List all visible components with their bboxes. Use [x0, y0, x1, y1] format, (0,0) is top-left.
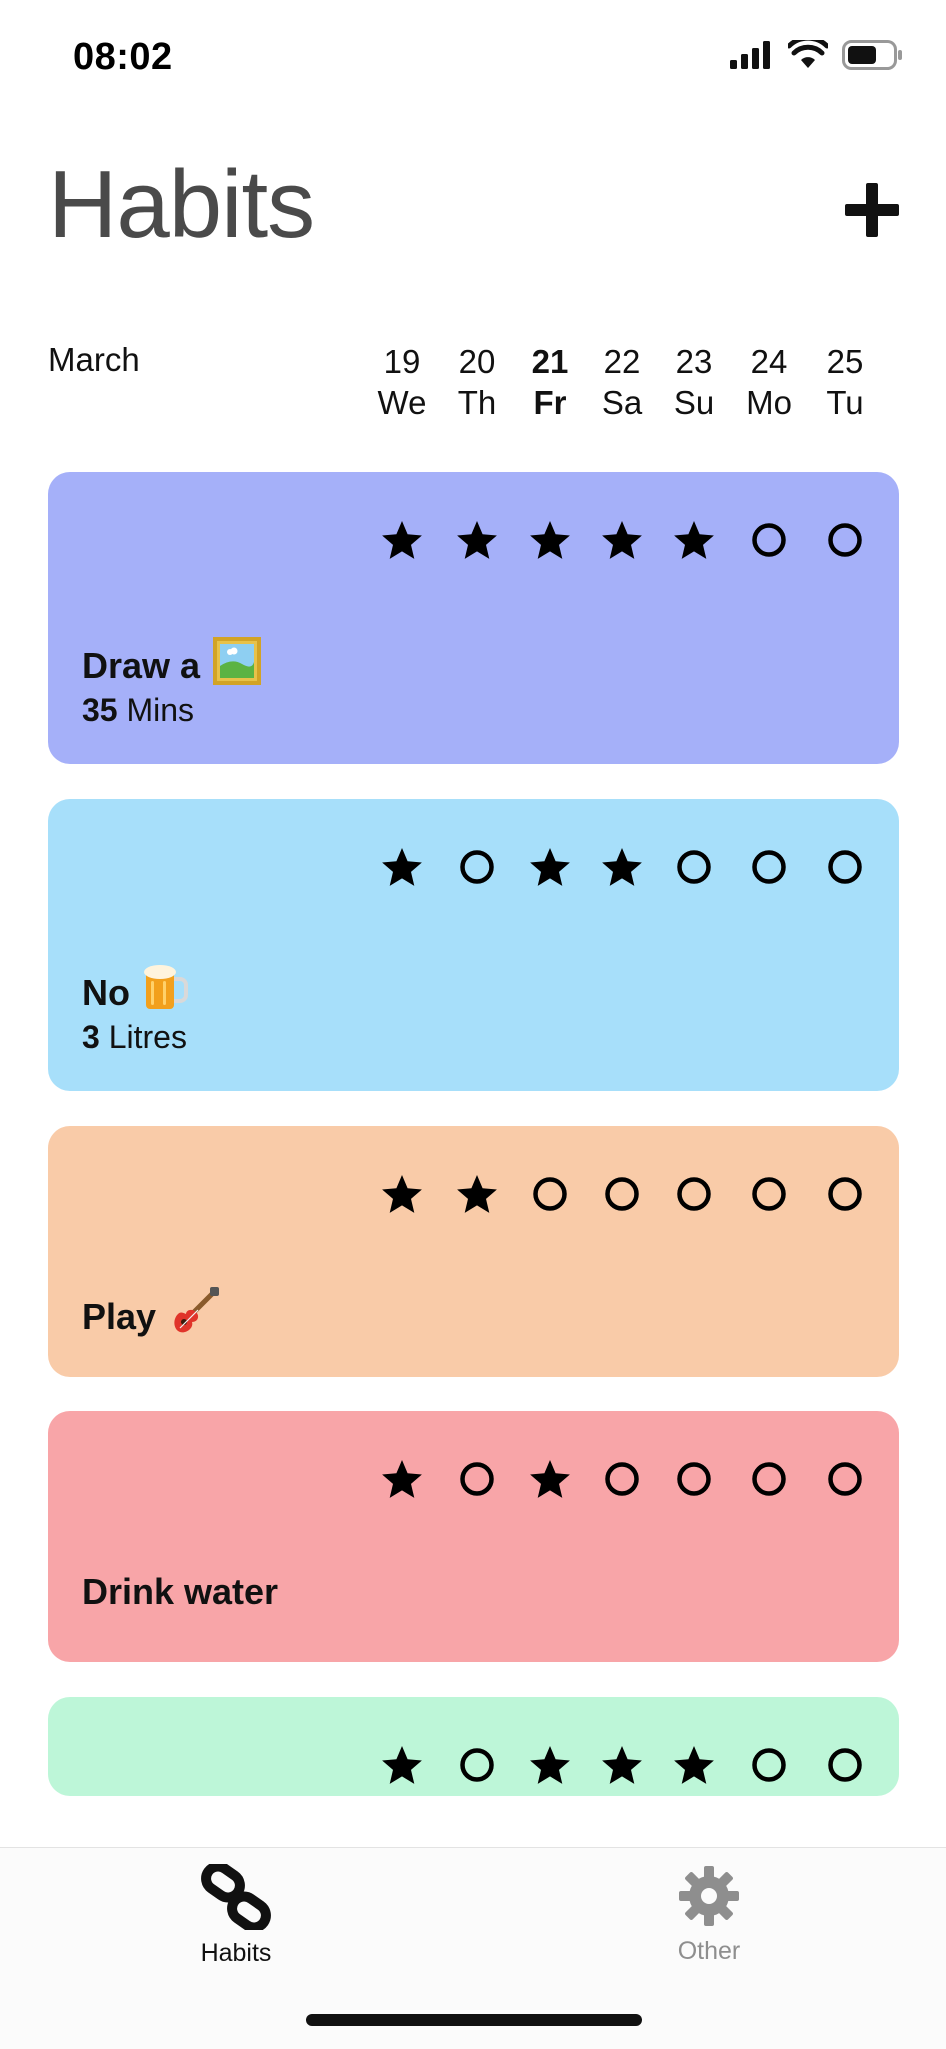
weekday-label: We	[377, 384, 427, 421]
habit-name-text: Play	[82, 1295, 157, 1337]
empty-circle-icon[interactable]	[747, 845, 791, 889]
day-number: 21	[531, 343, 569, 380]
add-habit-button[interactable]	[842, 180, 902, 240]
battery-icon	[842, 40, 902, 70]
day-column-19: 19 We	[365, 341, 439, 423]
empty-circle-icon[interactable]	[823, 1457, 867, 1501]
completed-star-icon[interactable]	[380, 1743, 424, 1787]
empty-circle-icon[interactable]	[823, 518, 867, 562]
weekday-label: Fr	[533, 384, 567, 421]
weekday-label: Mo	[746, 384, 792, 421]
completed-star-icon[interactable]	[600, 518, 644, 562]
day-number: 25	[826, 343, 864, 380]
day-column-25: 25 Tu	[808, 341, 882, 423]
empty-circle-icon[interactable]	[455, 1457, 499, 1501]
status-bar: 08:02	[0, 0, 946, 120]
empty-circle-icon[interactable]	[747, 1743, 791, 1787]
empty-circle-icon[interactable]	[747, 1172, 791, 1216]
habit-name: Draw a	[82, 636, 262, 695]
empty-circle-icon[interactable]	[747, 518, 791, 562]
weekday-label: Su	[673, 384, 715, 421]
completed-star-icon[interactable]	[672, 518, 716, 562]
empty-circle-icon[interactable]	[672, 1172, 716, 1216]
day-number: 23	[675, 343, 713, 380]
weekday-label: Tu	[826, 384, 864, 421]
empty-circle-icon[interactable]	[672, 845, 716, 889]
month-label: March	[48, 341, 140, 378]
day-column-20: 20 Th	[440, 341, 514, 423]
completed-star-icon[interactable]	[380, 1457, 424, 1501]
day-column-24: 24 Mo	[732, 341, 806, 423]
completed-star-icon[interactable]	[380, 518, 424, 562]
gear-icon	[679, 1866, 739, 1926]
habit-name: Drink water	[82, 1571, 278, 1613]
habit-name: Play	[82, 1286, 220, 1347]
habit-goal-amount: 35	[82, 692, 118, 728]
day-number: 20	[458, 343, 496, 380]
tab-other[interactable]: Other	[609, 1864, 809, 1966]
page-title: Habits	[48, 151, 315, 258]
habit-goal-unit: Mins	[126, 692, 195, 728]
completed-star-icon[interactable]	[528, 518, 572, 562]
empty-circle-icon[interactable]	[823, 845, 867, 889]
completed-star-icon[interactable]	[455, 1172, 499, 1216]
completed-star-icon[interactable]	[455, 518, 499, 562]
completed-star-icon[interactable]	[380, 1172, 424, 1216]
completed-star-icon[interactable]	[672, 1743, 716, 1787]
empty-circle-icon[interactable]	[600, 1457, 644, 1501]
empty-circle-icon[interactable]	[672, 1457, 716, 1501]
habit-name: No	[82, 963, 188, 1022]
cellular-signal-icon	[730, 41, 770, 69]
status-time: 08:02	[73, 36, 173, 78]
habit-card[interactable]: Drink water	[48, 1411, 899, 1662]
day-number: 24	[750, 343, 788, 380]
completed-star-icon[interactable]	[600, 1743, 644, 1787]
tab-other-label: Other	[677, 1937, 741, 1965]
plus-icon	[845, 183, 899, 237]
day-column-23: 23 Su	[657, 341, 731, 423]
empty-circle-icon[interactable]	[528, 1172, 572, 1216]
wifi-icon	[788, 40, 828, 68]
completed-star-icon[interactable]	[528, 845, 572, 889]
habit-goal: 35 Mins	[82, 692, 194, 729]
empty-circle-icon[interactable]	[455, 1743, 499, 1787]
completed-star-icon[interactable]	[380, 845, 424, 889]
habit-marks-row	[48, 1411, 899, 1662]
completed-star-icon[interactable]	[600, 845, 644, 889]
tab-habits[interactable]: Habits	[136, 1861, 336, 1968]
day-column-21: 21 Fr	[513, 341, 587, 423]
link-icon	[201, 1861, 271, 1933]
weekday-label: Th	[457, 384, 497, 421]
guitar-emoji	[168, 1286, 220, 1347]
empty-circle-icon[interactable]	[823, 1172, 867, 1216]
habit-card[interactable]: Draw a 35 Mins	[48, 472, 899, 764]
empty-circle-icon[interactable]	[600, 1172, 644, 1216]
habit-name-text: No	[82, 971, 130, 1013]
tab-habits-label: Habits	[200, 1939, 272, 1967]
habit-marks-row	[48, 1697, 899, 1796]
empty-circle-icon[interactable]	[747, 1457, 791, 1501]
habit-card[interactable]: No 3 Litres	[48, 799, 899, 1091]
habit-name-text: Draw a	[82, 644, 201, 686]
day-number: 22	[603, 343, 641, 380]
day-number: 19	[383, 343, 421, 380]
picture-frame-emoji	[212, 636, 262, 695]
day-column-22: 22 Sa	[585, 341, 659, 423]
habit-card[interactable]	[48, 1697, 899, 1796]
status-icons	[730, 40, 904, 70]
empty-circle-icon[interactable]	[455, 845, 499, 889]
weekday-label: Sa	[601, 384, 643, 421]
habit-name-text: Drink water	[82, 1571, 279, 1612]
habit-goal: 3 Litres	[82, 1019, 187, 1056]
home-indicator	[306, 2014, 642, 2026]
completed-star-icon[interactable]	[528, 1743, 572, 1787]
beer-mug-emoji	[142, 963, 188, 1022]
habit-goal-unit: Litres	[108, 1019, 187, 1055]
habit-card[interactable]: Play	[48, 1126, 899, 1377]
completed-star-icon[interactable]	[528, 1457, 572, 1501]
habit-goal-amount: 3	[82, 1019, 100, 1055]
empty-circle-icon[interactable]	[823, 1743, 867, 1787]
